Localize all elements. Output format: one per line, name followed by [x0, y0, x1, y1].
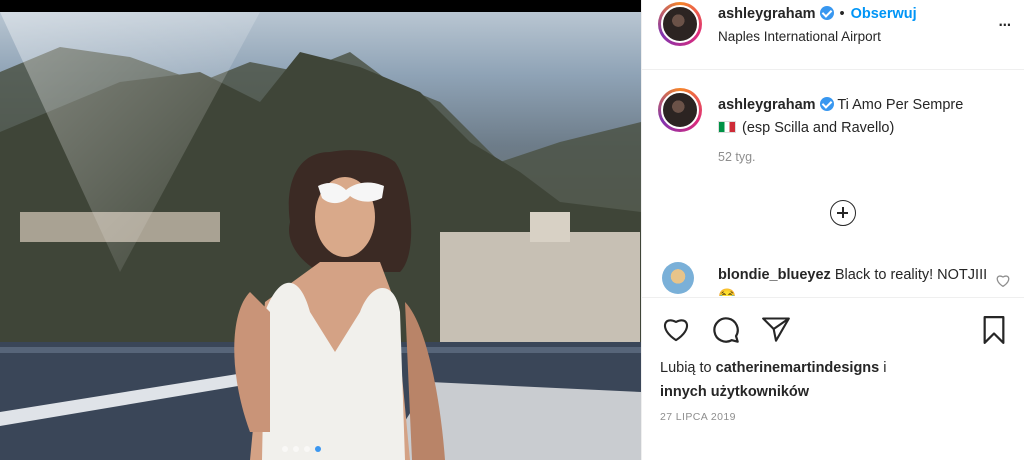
- avatar[interactable]: [662, 262, 694, 294]
- bookmark-icon[interactable]: [982, 316, 1006, 344]
- caption-text: ashleygraham Ti Amo Per Sempre (esp Scil…: [718, 94, 1008, 140]
- more-options-icon[interactable]: ...: [998, 8, 1012, 30]
- post-side-panel: ashleygraham • Obserwuj Naples Internation…: [641, 0, 1024, 460]
- caption-line2: (esp Scilla and Ravello): [742, 120, 895, 136]
- comment-icon[interactable]: [712, 316, 740, 344]
- photo-scene: [0, 12, 641, 460]
- comment-item: blondie_blueyez Black to reality! NOTJII…: [642, 256, 1024, 296]
- carousel-dot: [293, 446, 299, 452]
- carousel-dot: [282, 446, 288, 452]
- verified-icon: [819, 6, 834, 20]
- add-circle-icon[interactable]: [830, 200, 856, 226]
- post-date[interactable]: 27 LIPCA 2019: [660, 411, 736, 423]
- likes-connector: i: [883, 360, 887, 376]
- carousel-dot: [304, 446, 310, 452]
- share-icon[interactable]: [762, 316, 790, 342]
- comment-text: blondie_blueyez Black to reality! NOTJII…: [718, 264, 988, 296]
- location-link[interactable]: Naples International Airport: [718, 29, 881, 44]
- comment-username[interactable]: blondie_blueyez: [718, 267, 831, 283]
- heart-icon[interactable]: [662, 316, 690, 342]
- heart-icon[interactable]: [996, 274, 1010, 287]
- italy-flag-icon: [718, 121, 736, 133]
- avatar[interactable]: [658, 88, 702, 132]
- carousel-dot-active: [315, 446, 321, 452]
- likes-prefix: Lubią to: [660, 360, 712, 376]
- verified-icon: [819, 97, 834, 111]
- header-user-line: ashleygraham • Obserwuj: [718, 6, 917, 22]
- action-bar: [642, 297, 1024, 355]
- likes-others-link[interactable]: innych użytkowników: [660, 384, 809, 400]
- caption-username[interactable]: ashleygraham: [718, 97, 816, 113]
- caption-line1: Ti Amo Per Sempre: [837, 97, 964, 113]
- header-username[interactable]: ashleygraham: [718, 6, 816, 22]
- caption-timestamp: 52 tyg.: [718, 150, 756, 164]
- carousel-dots: [282, 446, 321, 452]
- follow-button[interactable]: Obserwuj: [851, 6, 917, 22]
- post-photo[interactable]: [0, 12, 641, 460]
- bullet-separator: •: [839, 6, 845, 22]
- likes-user-link[interactable]: catherinemartindesigns: [716, 360, 880, 376]
- post-header: ashleygraham • Obserwuj Naples Internation…: [642, 0, 1024, 70]
- avatar[interactable]: [658, 2, 702, 46]
- likes-summary: Lubią to catherinemartindesigns i innych…: [660, 356, 1010, 404]
